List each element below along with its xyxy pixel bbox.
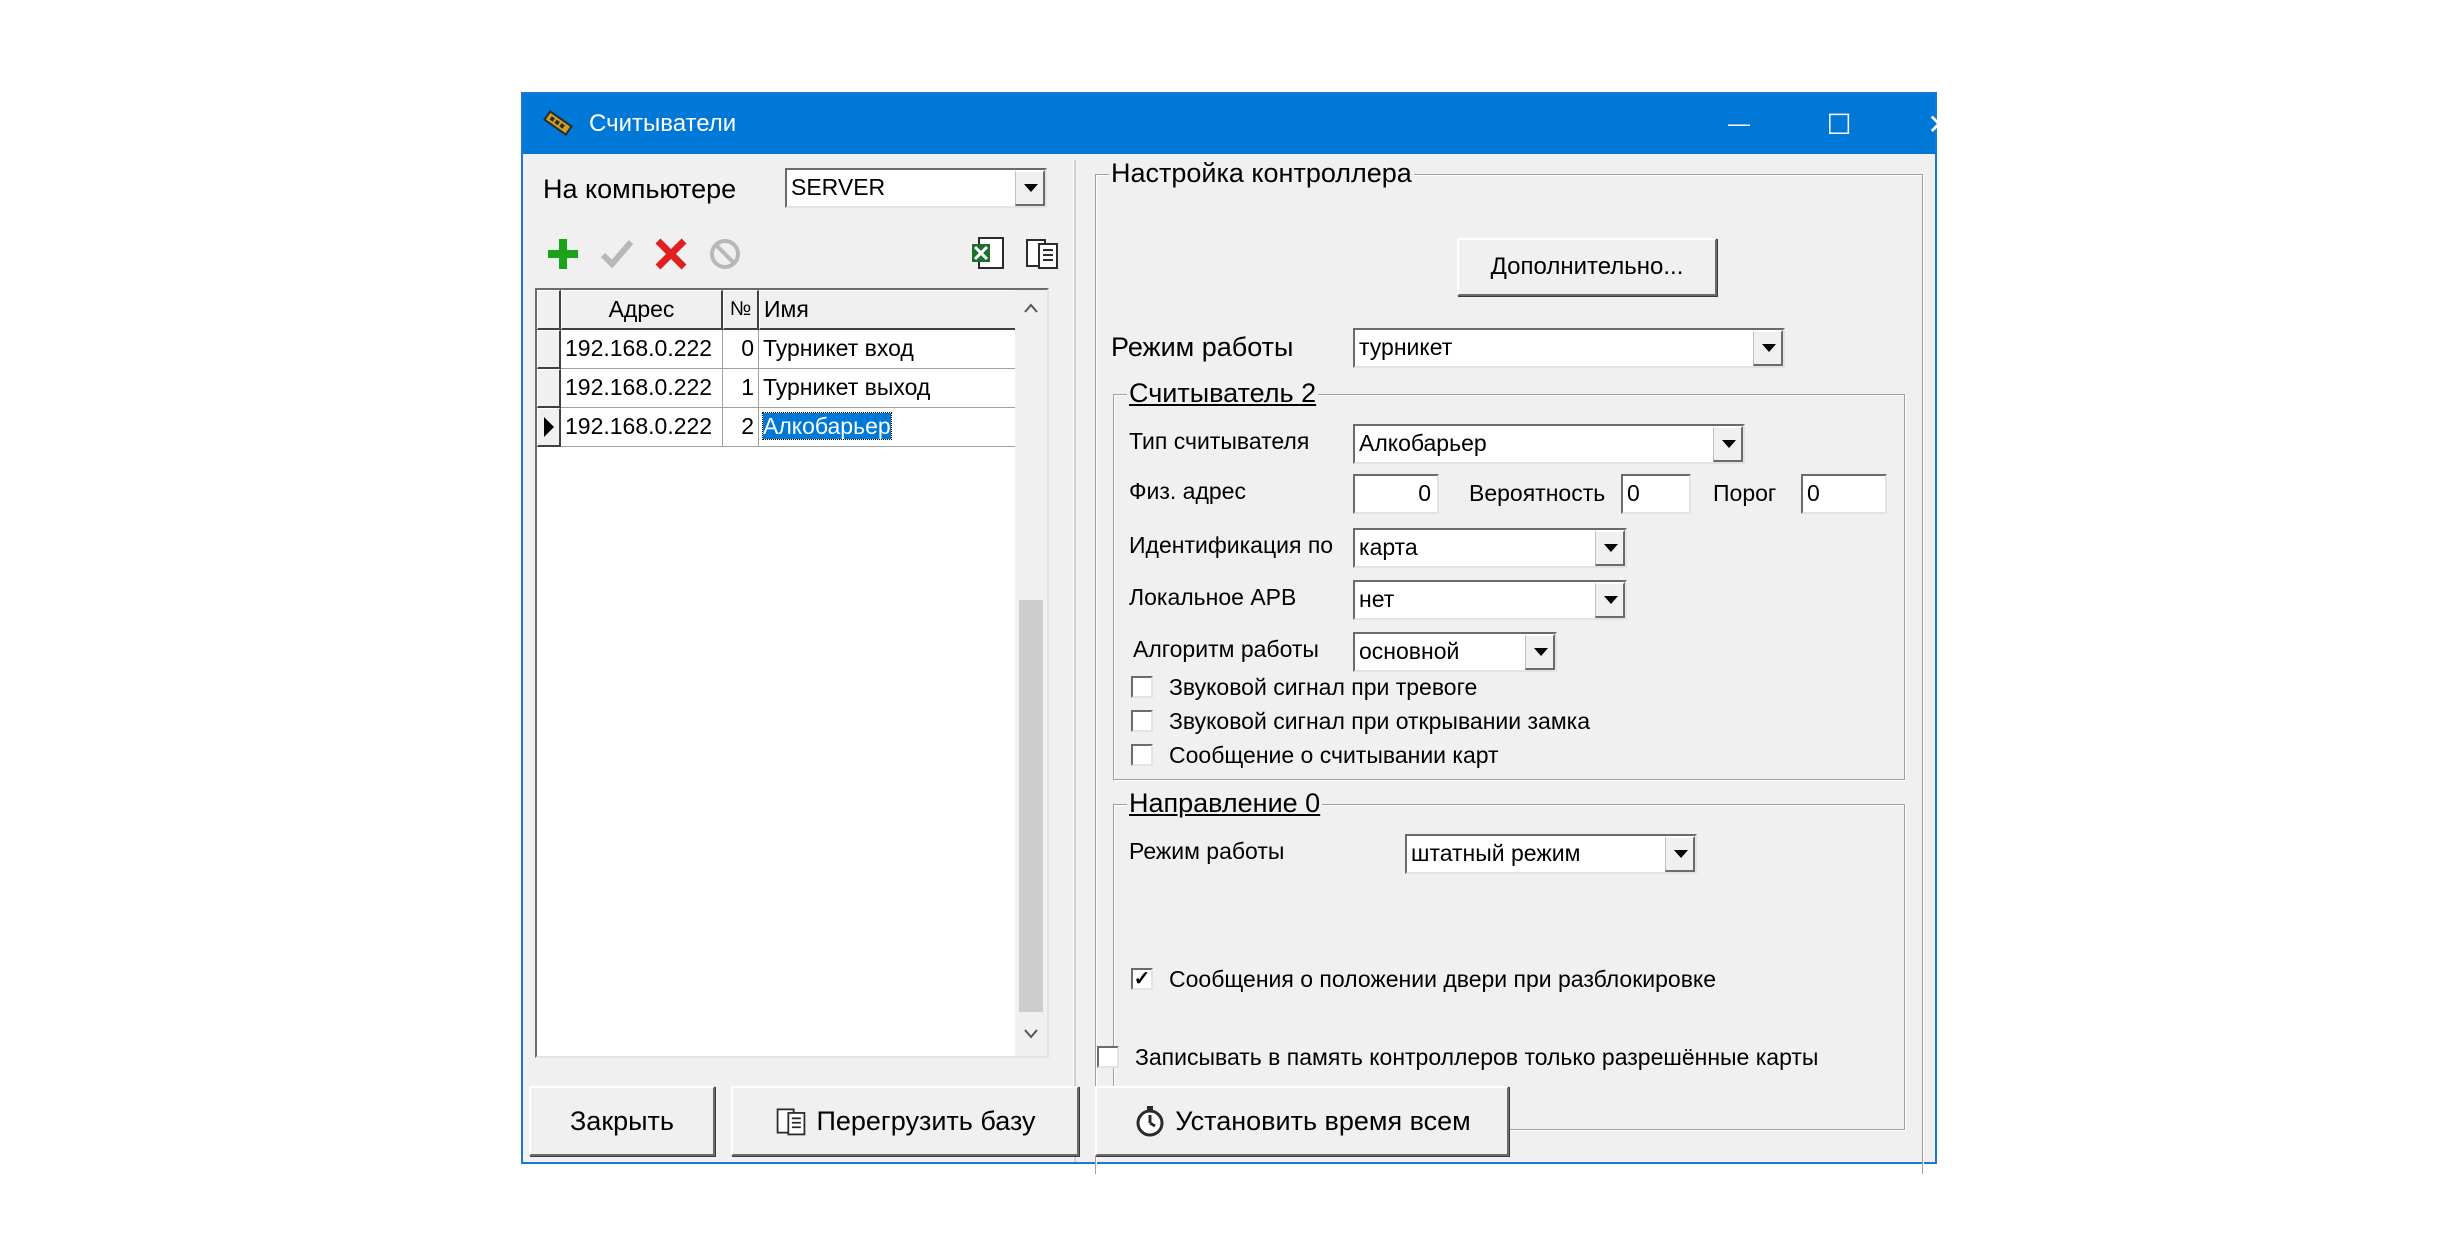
- identification-value: карта: [1359, 534, 1418, 560]
- close-window-button[interactable]: ✕: [1889, 94, 1989, 154]
- confirm-icon[interactable]: [599, 236, 635, 272]
- excel-export-icon[interactable]: [969, 234, 1007, 272]
- mode-value: турникет: [1359, 334, 1453, 360]
- table-corner: [537, 290, 561, 330]
- add-icon[interactable]: [545, 236, 581, 272]
- scroll-down-icon[interactable]: [1023, 1028, 1039, 1040]
- table-scrollbar[interactable]: [1015, 290, 1047, 1056]
- cell-name-editing[interactable]: Алкобарьер: [759, 408, 1017, 447]
- local-apb-label: Локальное APB: [1129, 584, 1297, 610]
- alarm-sound-label[interactable]: Звуковой сигнал при тревоге: [1169, 674, 1477, 701]
- current-row-arrow-icon: [543, 417, 554, 437]
- door-position-msg-checkbox[interactable]: ✓: [1131, 968, 1153, 990]
- phys-address-label: Физ. адрес: [1129, 478, 1246, 504]
- panel-splitter[interactable]: [1073, 160, 1076, 1162]
- mode-label: Режим работы: [1111, 332, 1294, 362]
- phys-address-input[interactable]: 0: [1353, 474, 1439, 514]
- window-title: Считыватели: [589, 110, 737, 137]
- cell-number[interactable]: 2: [723, 408, 759, 447]
- reload-database-icon: [777, 1108, 806, 1136]
- close-icon: ✕: [1927, 108, 1951, 140]
- advanced-button[interactable]: Дополнительно...: [1457, 238, 1717, 296]
- chevron-down-icon[interactable]: [1595, 530, 1625, 566]
- identification-select[interactable]: карта: [1353, 528, 1627, 568]
- allowed-cards-only-checkbox[interactable]: [1097, 1046, 1119, 1068]
- row-indicator: [537, 330, 561, 369]
- reader-type-select[interactable]: Алкобарьер: [1353, 424, 1745, 464]
- chevron-down-icon[interactable]: [1525, 634, 1555, 670]
- column-header-number[interactable]: №: [723, 290, 759, 330]
- controller-settings-title: Настройка контроллера: [1109, 158, 1414, 189]
- cell-number[interactable]: 0: [723, 330, 759, 369]
- cell-name-selected-text[interactable]: Алкобарьер: [762, 412, 892, 440]
- identification-label: Идентификация по: [1129, 532, 1334, 558]
- threshold-input[interactable]: 0: [1801, 474, 1887, 514]
- reader-group-title: Считыватель 2: [1127, 378, 1319, 409]
- reader-type-value: Алкобарьер: [1359, 430, 1487, 456]
- lock-sound-label[interactable]: Звуковой сигнал при открывании замка: [1169, 708, 1590, 735]
- set-time-all-button[interactable]: Установить время всем: [1095, 1086, 1509, 1156]
- direction-mode-label: Режим работы: [1129, 838, 1285, 864]
- probability-input[interactable]: 0: [1621, 474, 1691, 514]
- card-read-message-label[interactable]: Сообщение о считывании карт: [1169, 742, 1499, 769]
- column-header-name[interactable]: Имя: [759, 290, 1017, 330]
- row-indicator: [537, 408, 561, 447]
- maximize-icon: ☐: [1826, 108, 1852, 140]
- readers-table[interactable]: Адрес № Имя 192.168.0.222 0 Турникет вхо…: [535, 288, 1049, 1058]
- close-button[interactable]: Закрыть: [529, 1086, 715, 1156]
- probability-label: Вероятность: [1469, 480, 1606, 506]
- mode-select[interactable]: турникет: [1353, 328, 1785, 368]
- direction-mode-value: штатный режим: [1411, 840, 1581, 866]
- direction-group-title: Направление 0: [1127, 788, 1323, 819]
- computer-label: На компьютере: [543, 174, 737, 204]
- cell-number[interactable]: 1: [723, 369, 759, 408]
- cell-name[interactable]: Турникет вход: [759, 330, 1017, 369]
- allowed-cards-only-label[interactable]: Записывать в память контроллеров только …: [1135, 1044, 1818, 1071]
- reload-database-button[interactable]: Перегрузить базу: [731, 1086, 1079, 1156]
- delete-icon[interactable]: [653, 236, 689, 272]
- cell-address[interactable]: 192.168.0.222: [561, 330, 723, 369]
- card-read-message-checkbox[interactable]: [1131, 744, 1153, 766]
- computer-value: SERVER: [791, 174, 886, 200]
- algorithm-value: основной: [1359, 638, 1460, 664]
- row-indicator: [537, 369, 561, 408]
- local-apb-select[interactable]: нет: [1353, 580, 1627, 620]
- chevron-down-icon[interactable]: [1665, 836, 1695, 872]
- reload-database-label: Перегрузить базу: [816, 1105, 1036, 1136]
- alarm-sound-checkbox[interactable]: [1131, 676, 1153, 698]
- minimize-button[interactable]: —: [1689, 94, 1789, 154]
- cell-address[interactable]: 192.168.0.222: [561, 369, 723, 408]
- set-time-all-label: Установить время всем: [1175, 1105, 1471, 1136]
- chevron-down-icon[interactable]: [1753, 330, 1783, 366]
- title-bar[interactable]: Считыватели — ☐ ✕: [523, 94, 1951, 154]
- reader-type-label: Тип считывателя: [1129, 428, 1310, 454]
- chevron-down-icon[interactable]: [1015, 170, 1045, 206]
- readers-window: Считыватели — ☐ ✕ На компьютере SERVER А…: [521, 92, 1951, 1174]
- cancel-icon[interactable]: [707, 236, 743, 272]
- column-header-address[interactable]: Адрес: [561, 290, 723, 330]
- close-button-label: Закрыть: [570, 1105, 674, 1136]
- threshold-label: Порог: [1713, 480, 1777, 506]
- algorithm-select[interactable]: основной: [1353, 632, 1557, 672]
- local-apb-value: нет: [1359, 586, 1395, 612]
- cell-name[interactable]: Турникет выход: [759, 369, 1017, 408]
- cell-address[interactable]: 192.168.0.222: [561, 408, 723, 447]
- stopwatch-icon: [1136, 1106, 1164, 1137]
- lock-sound-checkbox[interactable]: [1131, 710, 1153, 732]
- computer-select[interactable]: SERVER: [785, 168, 1047, 208]
- algorithm-label: Алгоритм работы: [1133, 636, 1319, 662]
- maximize-button[interactable]: ☐: [1789, 94, 1889, 154]
- chevron-down-icon[interactable]: [1713, 426, 1743, 462]
- door-position-msg-label[interactable]: Сообщения о положении двери при разблоки…: [1169, 966, 1716, 993]
- scrollbar-thumb[interactable]: [1019, 600, 1043, 1012]
- reload-icon[interactable]: [1023, 234, 1061, 272]
- scroll-up-icon[interactable]: [1023, 302, 1039, 314]
- minimize-icon: —: [1728, 111, 1750, 136]
- reader-app-icon: [543, 110, 573, 136]
- direction-mode-select[interactable]: штатный режим: [1405, 834, 1697, 874]
- chevron-down-icon[interactable]: [1595, 582, 1625, 618]
